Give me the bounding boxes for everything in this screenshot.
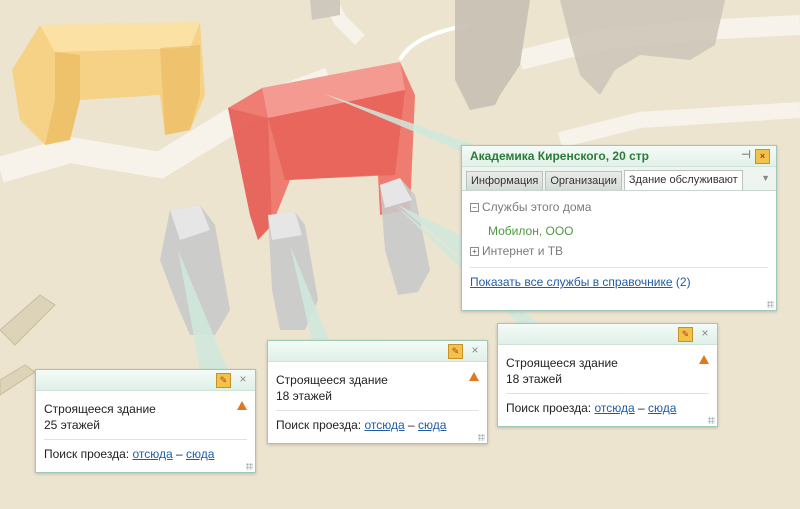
warning-icon xyxy=(699,355,709,364)
divider xyxy=(470,267,768,268)
services-section[interactable]: − Службы этого дома xyxy=(470,197,768,217)
route-label: Поиск проезда: xyxy=(44,447,130,461)
pin-icon[interactable]: ✎ xyxy=(448,344,463,359)
route-separator: – xyxy=(637,401,645,415)
popup-title-bar: ✎ × xyxy=(268,341,487,362)
divider xyxy=(506,393,709,394)
construction-popup: ✎ × Строящееся здание 18 этажей Поиск пр… xyxy=(497,323,718,427)
route-separator: – xyxy=(175,447,183,461)
info-window-title-bar: Академика Киренского, 20 стр ⊣ × xyxy=(462,146,776,167)
tab-organizations[interactable]: Организации xyxy=(545,171,622,190)
expand-icon[interactable]: + xyxy=(470,247,479,257)
tab-building-services[interactable]: Здание обслуживают xyxy=(623,170,743,190)
construction-popup: ✎ × Строящееся здание 25 этажей Поиск пр… xyxy=(35,369,256,473)
route-separator: – xyxy=(407,418,415,432)
route-to-link[interactable]: сюда xyxy=(648,401,676,415)
show-all-services-link[interactable]: Показать все службы в справочнике xyxy=(470,275,673,289)
warning-icon xyxy=(237,401,247,410)
route-search: Поиск проезда: отсюда – сюда xyxy=(276,417,479,441)
tabs-overflow-icon[interactable]: ▼ xyxy=(761,173,770,183)
popup-title-bar: ✎ × xyxy=(36,370,255,391)
route-search: Поиск проезда: отсюда – сюда xyxy=(506,400,709,424)
route-label: Поиск проезда: xyxy=(276,418,362,432)
show-all-services: Показать все службы в справочнике (2) xyxy=(470,274,768,298)
route-to-link[interactable]: сюда xyxy=(186,447,214,461)
popup-title-bar: ✎ × xyxy=(498,324,717,345)
route-from-link[interactable]: отсюда xyxy=(364,418,404,432)
divider xyxy=(276,410,479,411)
service-organization[interactable]: Мобилон, ООО xyxy=(470,221,768,241)
popup-content: Строящееся здание 25 этажей Поиск проезд… xyxy=(36,391,255,470)
info-window-title: Академика Киренского, 20 стр xyxy=(470,149,649,163)
popup-content: Строящееся здание 18 этажей Поиск проезд… xyxy=(268,362,487,441)
pin-icon[interactable]: ✎ xyxy=(678,327,693,342)
pin-icon[interactable]: ✎ xyxy=(216,373,231,388)
popup-content: Строящееся здание 18 этажей Поиск проезд… xyxy=(498,345,717,424)
close-icon[interactable]: × xyxy=(469,343,481,357)
route-from-link[interactable]: отсюда xyxy=(594,401,634,415)
building-info-window: Академика Киренского, 20 стр ⊣ × Информа… xyxy=(461,145,777,311)
warning-icon xyxy=(469,372,479,381)
info-window-content: − Службы этого дома Мобилон, ООО + Интерне… xyxy=(462,191,776,298)
route-from-link[interactable]: отсюда xyxy=(132,447,172,461)
collapse-icon[interactable]: − xyxy=(470,203,479,213)
route-to-link[interactable]: сюда xyxy=(418,418,446,432)
resize-handle[interactable] xyxy=(708,417,715,424)
close-icon[interactable]: × xyxy=(755,149,770,164)
pin-icon[interactable]: ⊣ xyxy=(740,148,752,162)
close-icon[interactable]: × xyxy=(237,372,249,386)
divider xyxy=(44,439,247,440)
show-all-count: (2) xyxy=(675,275,691,289)
building-floors: 18 этажей xyxy=(276,389,332,403)
tab-information[interactable]: Информация xyxy=(466,171,544,190)
building-status: Строящееся здание xyxy=(44,402,156,416)
resize-handle[interactable] xyxy=(478,434,485,441)
route-label: Поиск проезда: xyxy=(506,401,592,415)
resize-handle[interactable] xyxy=(767,301,774,308)
building-floors: 25 этажей xyxy=(44,418,100,432)
close-icon[interactable]: × xyxy=(699,326,711,340)
building-status: Строящееся здание xyxy=(506,356,618,370)
construction-popup: ✎ × Строящееся здание 18 этажей Поиск пр… xyxy=(267,340,488,444)
info-window-tabs: Информация Организации Здание обслуживают … xyxy=(462,167,776,191)
route-search: Поиск проезда: отсюда – сюда xyxy=(44,446,247,470)
internet-section[interactable]: + Интернет и ТВ xyxy=(470,241,768,261)
building-floors: 18 этажей xyxy=(506,372,562,386)
resize-handle[interactable] xyxy=(246,463,253,470)
building-status: Строящееся здание xyxy=(276,373,388,387)
